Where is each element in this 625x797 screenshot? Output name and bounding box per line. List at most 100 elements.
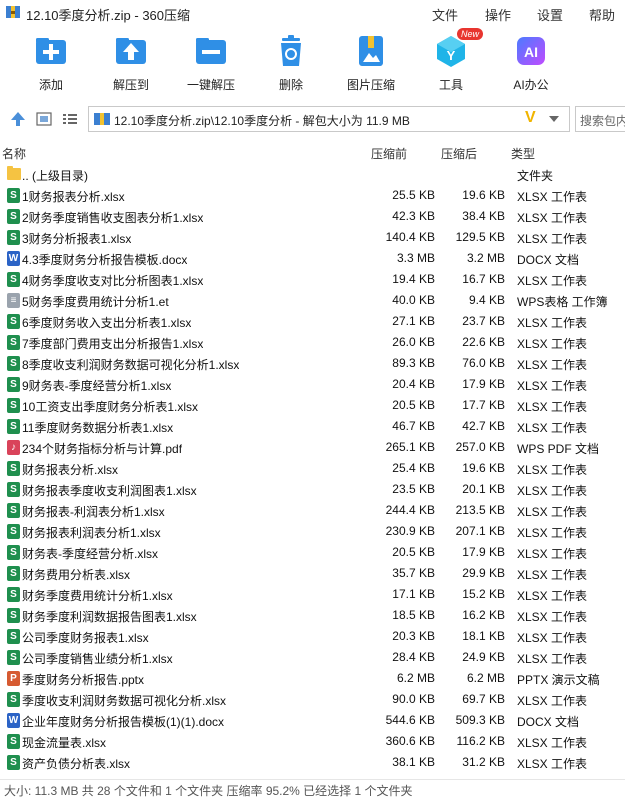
file-row[interactable]: S 财务表-季度经营分析.xlsx 20.5 KB 17.9 KB XLSX 工作表 bbox=[0, 542, 625, 563]
file-row[interactable]: S 财务报表分析.xlsx 25.4 KB 19.6 KB XLSX 工作表 bbox=[0, 458, 625, 479]
file-name: 财务季度费用统计分析1.xlsx bbox=[22, 589, 173, 603]
file-row[interactable]: S 季度收支利润财务数据可视化分析.xlsx 90.0 KB 69.7 KB XLSX … bbox=[0, 689, 625, 710]
file-row[interactable]: S 9财务表-季度经营分析1.xlsx 20.4 KB 17.9 KB XLSX 工作表 bbox=[0, 374, 625, 395]
file-packed-size: 17.7 KB bbox=[462, 398, 505, 412]
file-size: 27.1 KB bbox=[392, 314, 435, 328]
file-type: XLSX 工作表 bbox=[517, 526, 588, 540]
search-input[interactable]: 搜索包内 bbox=[575, 106, 625, 132]
file-row[interactable]: W 企业年度财务分析报告模板(1)(1).docx 544.6 KB 509.3 KB… bbox=[0, 710, 625, 731]
file-size: 35.7 KB bbox=[392, 566, 435, 580]
file-type: XLSX 工作表 bbox=[517, 337, 588, 351]
file-row[interactable]: S 财务费用分析表.xlsx 35.7 KB 29.9 KB XLSX 工作表 bbox=[0, 563, 625, 584]
file-row[interactable]: S 财务报表-利润表分析1.xlsx 244.4 KB 213.5 KB XLSX 工作… bbox=[0, 500, 625, 521]
file-row[interactable]: S 1财务报表分析.xlsx 25.5 KB 19.6 KB XLSX 工作表 bbox=[0, 185, 625, 206]
file-row[interactable]: S 财务季度利润数据报告图表1.xlsx 18.5 KB 16.2 KB XLSX 工作… bbox=[0, 605, 625, 626]
one-click-extract-button[interactable]: 一键解压 bbox=[171, 34, 251, 93]
menu-operate[interactable]: 操作 bbox=[485, 5, 511, 24]
file-row[interactable]: S 资产负债分析表.xlsx 38.1 KB 31.2 KB XLSX 工作表 bbox=[0, 752, 625, 773]
file-name: 季度财务分析报告.pptx bbox=[22, 673, 145, 687]
file-size: 26.0 KB bbox=[392, 335, 435, 349]
file-row[interactable]: S 10工资支出季度财务分析表1.xlsx 20.5 KB 17.7 KB XLSX 工… bbox=[0, 395, 625, 416]
file-size: 42.3 KB bbox=[392, 209, 435, 223]
verified-v-icon[interactable]: V bbox=[525, 109, 536, 127]
file-size: 28.4 KB bbox=[392, 650, 435, 664]
file-row[interactable]: S 3财务分析报表1.xlsx 140.4 KB 129.5 KB XLSX 工作表 bbox=[0, 227, 625, 248]
file-size: 90.0 KB bbox=[392, 692, 435, 706]
file-row[interactable]: S 2财务季度销售收支图表分析1.xlsx 42.3 KB 38.4 KB XLSX 工… bbox=[0, 206, 625, 227]
file-type: XLSX 工作表 bbox=[517, 400, 588, 414]
file-row[interactable]: S 4财务季度收支对比分析图表1.xlsx 19.4 KB 16.7 KB XLSX 工… bbox=[0, 269, 625, 290]
file-size: 89.3 KB bbox=[392, 356, 435, 370]
folder-icon bbox=[7, 166, 21, 180]
list-view-icon[interactable] bbox=[62, 111, 78, 127]
chevron-down-icon[interactable] bbox=[549, 116, 559, 122]
detail-view-icon[interactable] bbox=[36, 111, 52, 127]
file-size: 40.0 KB bbox=[392, 293, 435, 307]
up-arrow-icon[interactable] bbox=[10, 111, 26, 127]
image-compress-button[interactable]: 图片压缩 bbox=[331, 34, 411, 93]
file-row[interactable]: W 4.3季度财务分析报告模板.docx 3.3 MB 3.2 MB DOCX 文档 bbox=[0, 248, 625, 269]
file-name: 资产负债分析表.xlsx bbox=[22, 757, 131, 771]
docx-file-icon: W bbox=[7, 251, 20, 266]
ai-office-button[interactable]: AI AI办公 bbox=[491, 34, 571, 93]
file-name: 财务报表分析.xlsx bbox=[22, 463, 119, 477]
file-row[interactable]: S 财务季度费用统计分析1.xlsx 17.1 KB 15.2 KB XLSX 工作表 bbox=[0, 584, 625, 605]
file-row[interactable]: S 8季度收支利润财务数据可视化分析1.xlsx 89.3 KB 76.0 KB XLS… bbox=[0, 353, 625, 374]
file-size: 360.6 KB bbox=[385, 734, 435, 748]
tools-button[interactable]: Y New 工具 bbox=[411, 28, 491, 93]
file-row[interactable]: ≡ 5财务季度费用统计分析1.et 40.0 KB 9.4 KB WPS表格 工作簿 bbox=[0, 290, 625, 311]
xlsx-file-icon: S bbox=[7, 524, 20, 539]
file-size: 230.9 KB bbox=[385, 524, 435, 538]
menu-help[interactable]: 帮助 bbox=[589, 5, 615, 24]
file-packed-size: 16.2 KB bbox=[462, 608, 505, 622]
file-packed-size: 257.0 KB bbox=[455, 440, 505, 454]
file-row[interactable]: S 现金流量表.xlsx 360.6 KB 116.2 KB XLSX 工作表 bbox=[0, 731, 625, 752]
xlsx-file-icon: S bbox=[7, 692, 20, 707]
file-row[interactable]: S 财务报表季度收支利润图表1.xlsx 23.5 KB 20.1 KB XLSX 工作… bbox=[0, 479, 625, 500]
file-name: 现金流量表.xlsx bbox=[22, 736, 107, 750]
file-type: XLSX 工作表 bbox=[517, 631, 588, 645]
file-row[interactable]: S 11季度财务数据分析表1.xlsx 46.7 KB 42.7 KB XLSX 工作表 bbox=[0, 416, 625, 437]
column-type[interactable]: 类型 bbox=[511, 145, 535, 162]
pptx-file-icon: P bbox=[7, 671, 20, 686]
file-row[interactable]: S 财务报表利润表分析1.xlsx 230.9 KB 207.1 KB XLSX 工作表 bbox=[0, 521, 625, 542]
svg-text:AI: AI bbox=[524, 44, 538, 60]
file-packed-size: 29.9 KB bbox=[462, 566, 505, 580]
column-name[interactable]: 名称 bbox=[2, 145, 26, 162]
file-row[interactable]: S 6季度财务收入支出分析表1.xlsx 27.1 KB 23.7 KB XLSX 工作… bbox=[0, 311, 625, 332]
file-type: XLSX 工作表 bbox=[517, 505, 588, 519]
file-row[interactable]: P 季度财务分析报告.pptx 6.2 MB 6.2 MB PPTX 演示文稿 bbox=[0, 668, 625, 689]
file-packed-size: 31.2 KB bbox=[462, 755, 505, 769]
parent-directory-row[interactable]: .. (上级目录) 文件夹 bbox=[0, 164, 625, 185]
file-type: PPTX 演示文稿 bbox=[517, 673, 600, 687]
file-row[interactable]: S 7季度部门费用支出分析报告1.xlsx 26.0 KB 22.6 KB XLSX 工… bbox=[0, 332, 625, 353]
address-bar[interactable]: 12.10季度分析.zip\12.10季度分析 - 解包大小为 11.9 MB … bbox=[88, 106, 570, 132]
file-packed-size: 20.1 KB bbox=[462, 482, 505, 496]
add-button[interactable]: 添加 bbox=[11, 34, 91, 93]
file-packed-size: 22.6 KB bbox=[462, 335, 505, 349]
file-type: XLSX 工作表 bbox=[517, 589, 588, 603]
file-name: 财务报表-利润表分析1.xlsx bbox=[22, 505, 165, 519]
file-size: 140.4 KB bbox=[385, 230, 435, 244]
file-row[interactable]: ♪ 234个财务指标分析与计算.pdf 265.1 KB 257.0 KB WPS PD… bbox=[0, 437, 625, 458]
menu-settings[interactable]: 设置 bbox=[537, 5, 563, 24]
window-title: 12.10季度分析.zip - 360压缩 bbox=[26, 8, 191, 23]
file-type: XLSX 工作表 bbox=[517, 694, 588, 708]
column-packed[interactable]: 压缩后 bbox=[441, 145, 477, 162]
extract-to-button[interactable]: 解压到 bbox=[91, 34, 171, 93]
delete-button[interactable]: 删除 bbox=[251, 34, 331, 93]
add-icon bbox=[36, 38, 66, 64]
xlsx-file-icon: S bbox=[7, 629, 20, 644]
xlsx-file-icon: S bbox=[7, 314, 20, 329]
xlsx-file-icon: S bbox=[7, 398, 20, 413]
file-type: XLSX 工作表 bbox=[517, 547, 588, 561]
file-row[interactable]: S 公司季度财务报表1.xlsx 20.3 KB 18.1 KB XLSX 工作表 bbox=[0, 626, 625, 647]
file-row[interactable]: S 公司季度销售业绩分析1.xlsx 28.4 KB 24.9 KB XLSX 工作表 bbox=[0, 647, 625, 668]
file-type: XLSX 工作表 bbox=[517, 652, 588, 666]
menu-file[interactable]: 文件 bbox=[432, 5, 458, 24]
file-name: 公司季度财务报表1.xlsx bbox=[22, 631, 149, 645]
file-type: XLSX 工作表 bbox=[517, 610, 588, 624]
file-type: WPS表格 工作簿 bbox=[517, 295, 608, 309]
column-size[interactable]: 压缩前 bbox=[371, 145, 407, 162]
file-packed-size: 17.9 KB bbox=[462, 377, 505, 391]
